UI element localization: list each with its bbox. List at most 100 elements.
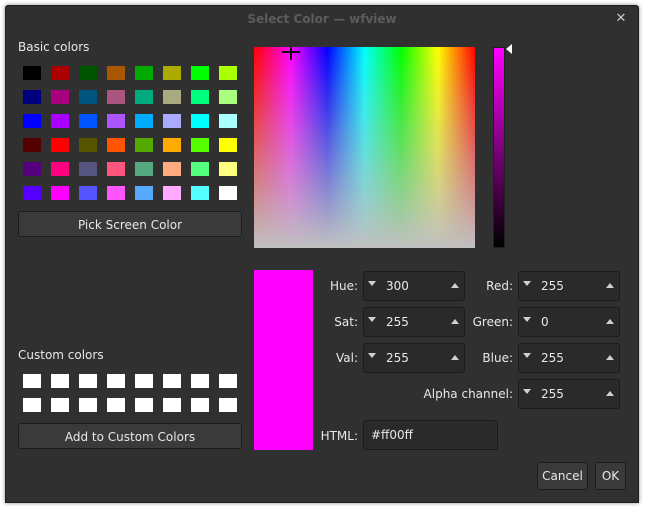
spin-down-icon[interactable] xyxy=(523,389,531,394)
basic-color-swatch[interactable] xyxy=(163,66,181,80)
basic-color-swatch[interactable] xyxy=(191,90,209,104)
spin-down-icon[interactable] xyxy=(523,317,531,322)
basic-color-swatch[interactable] xyxy=(79,162,97,176)
basic-color-swatch[interactable] xyxy=(23,186,41,200)
basic-color-swatch[interactable] xyxy=(51,186,69,200)
hue-value: 300 xyxy=(386,279,409,293)
basic-color-swatch[interactable] xyxy=(107,90,125,104)
add-to-custom-colors-button[interactable]: Add to Custom Colors xyxy=(18,423,242,449)
basic-color-swatch[interactable] xyxy=(107,162,125,176)
basic-color-swatch[interactable] xyxy=(219,90,237,104)
basic-color-swatch[interactable] xyxy=(23,90,41,104)
basic-color-swatch[interactable] xyxy=(219,66,237,80)
custom-color-swatch[interactable] xyxy=(107,398,125,412)
cancel-button[interactable]: Cancel xyxy=(537,462,588,490)
custom-color-swatch[interactable] xyxy=(79,398,97,412)
close-icon[interactable]: ✕ xyxy=(612,10,630,28)
basic-color-swatch[interactable] xyxy=(51,114,69,128)
spin-up-icon[interactable] xyxy=(606,391,614,396)
basic-color-swatch[interactable] xyxy=(135,90,153,104)
basic-color-swatch[interactable] xyxy=(107,186,125,200)
basic-color-swatch[interactable] xyxy=(163,138,181,152)
blue-label: Blue: xyxy=(482,351,513,365)
basic-color-swatch[interactable] xyxy=(79,114,97,128)
custom-color-swatch[interactable] xyxy=(23,374,41,388)
sat-spinbox[interactable]: 255 xyxy=(363,307,465,337)
basic-color-swatch[interactable] xyxy=(219,162,237,176)
basic-color-swatch[interactable] xyxy=(79,138,97,152)
title-bar[interactable]: Select Color — wfview ✕ xyxy=(6,6,638,32)
custom-color-swatch[interactable] xyxy=(191,398,209,412)
spin-up-icon[interactable] xyxy=(451,355,459,360)
spin-up-icon[interactable] xyxy=(451,319,459,324)
hue-saturation-spectrum[interactable] xyxy=(254,47,475,248)
basic-color-swatch[interactable] xyxy=(51,138,69,152)
basic-color-swatch[interactable] xyxy=(51,162,69,176)
basic-color-swatch[interactable] xyxy=(135,114,153,128)
basic-color-swatch[interactable] xyxy=(135,186,153,200)
spin-down-icon[interactable] xyxy=(368,317,376,322)
pick-screen-color-button[interactable]: Pick Screen Color xyxy=(18,211,242,237)
spin-down-icon[interactable] xyxy=(523,353,531,358)
basic-color-swatch[interactable] xyxy=(107,138,125,152)
red-spinbox[interactable]: 255 xyxy=(518,271,620,301)
html-color-input[interactable]: #ff00ff xyxy=(363,420,498,450)
basic-color-swatch[interactable] xyxy=(23,114,41,128)
value-slider-marker-icon[interactable] xyxy=(506,44,512,54)
basic-color-swatch[interactable] xyxy=(79,90,97,104)
color-dialog: Select Color — wfview ✕ Basic colors Pic… xyxy=(5,5,639,503)
sat-value: 255 xyxy=(386,315,409,329)
ok-button[interactable]: OK xyxy=(595,462,626,490)
basic-color-swatch[interactable] xyxy=(107,66,125,80)
basic-color-swatch[interactable] xyxy=(191,162,209,176)
custom-color-swatch[interactable] xyxy=(135,398,153,412)
custom-color-swatch[interactable] xyxy=(107,374,125,388)
basic-color-swatch[interactable] xyxy=(135,66,153,80)
basic-color-swatch[interactable] xyxy=(79,66,97,80)
basic-color-swatch[interactable] xyxy=(163,162,181,176)
basic-color-swatch[interactable] xyxy=(23,66,41,80)
basic-color-swatch[interactable] xyxy=(219,186,237,200)
hue-spinbox[interactable]: 300 xyxy=(363,271,465,301)
basic-color-swatch[interactable] xyxy=(191,138,209,152)
spin-up-icon[interactable] xyxy=(606,355,614,360)
green-spinbox[interactable]: 0 xyxy=(518,307,620,337)
basic-color-swatch[interactable] xyxy=(23,138,41,152)
spin-down-icon[interactable] xyxy=(368,281,376,286)
blue-spinbox[interactable]: 255 xyxy=(518,343,620,373)
spin-down-icon[interactable] xyxy=(368,353,376,358)
value-slider[interactable] xyxy=(493,47,505,248)
custom-color-swatch[interactable] xyxy=(135,374,153,388)
basic-color-swatch[interactable] xyxy=(135,162,153,176)
custom-color-swatch[interactable] xyxy=(79,374,97,388)
basic-color-swatch[interactable] xyxy=(191,114,209,128)
basic-color-swatch[interactable] xyxy=(51,66,69,80)
val-spinbox[interactable]: 255 xyxy=(363,343,465,373)
custom-color-swatch[interactable] xyxy=(219,398,237,412)
basic-color-swatch[interactable] xyxy=(107,114,125,128)
basic-color-swatch[interactable] xyxy=(79,186,97,200)
custom-color-swatch[interactable] xyxy=(23,398,41,412)
basic-color-swatch[interactable] xyxy=(191,66,209,80)
spin-down-icon[interactable] xyxy=(523,281,531,286)
val-value: 255 xyxy=(386,351,409,365)
custom-color-swatch[interactable] xyxy=(51,398,69,412)
custom-color-swatch[interactable] xyxy=(219,374,237,388)
basic-color-swatch[interactable] xyxy=(135,138,153,152)
custom-color-swatch[interactable] xyxy=(163,374,181,388)
basic-color-swatch[interactable] xyxy=(23,162,41,176)
basic-color-swatch[interactable] xyxy=(219,138,237,152)
spin-up-icon[interactable] xyxy=(451,283,459,288)
basic-color-swatch[interactable] xyxy=(219,114,237,128)
spin-up-icon[interactable] xyxy=(606,319,614,324)
custom-color-swatch[interactable] xyxy=(191,374,209,388)
basic-color-swatch[interactable] xyxy=(163,186,181,200)
basic-color-swatch[interactable] xyxy=(191,186,209,200)
custom-color-swatch[interactable] xyxy=(51,374,69,388)
custom-color-swatch[interactable] xyxy=(163,398,181,412)
basic-color-swatch[interactable] xyxy=(163,90,181,104)
spin-up-icon[interactable] xyxy=(606,283,614,288)
basic-color-swatch[interactable] xyxy=(163,114,181,128)
basic-color-swatch[interactable] xyxy=(51,90,69,104)
alpha-spinbox[interactable]: 255 xyxy=(518,379,620,409)
